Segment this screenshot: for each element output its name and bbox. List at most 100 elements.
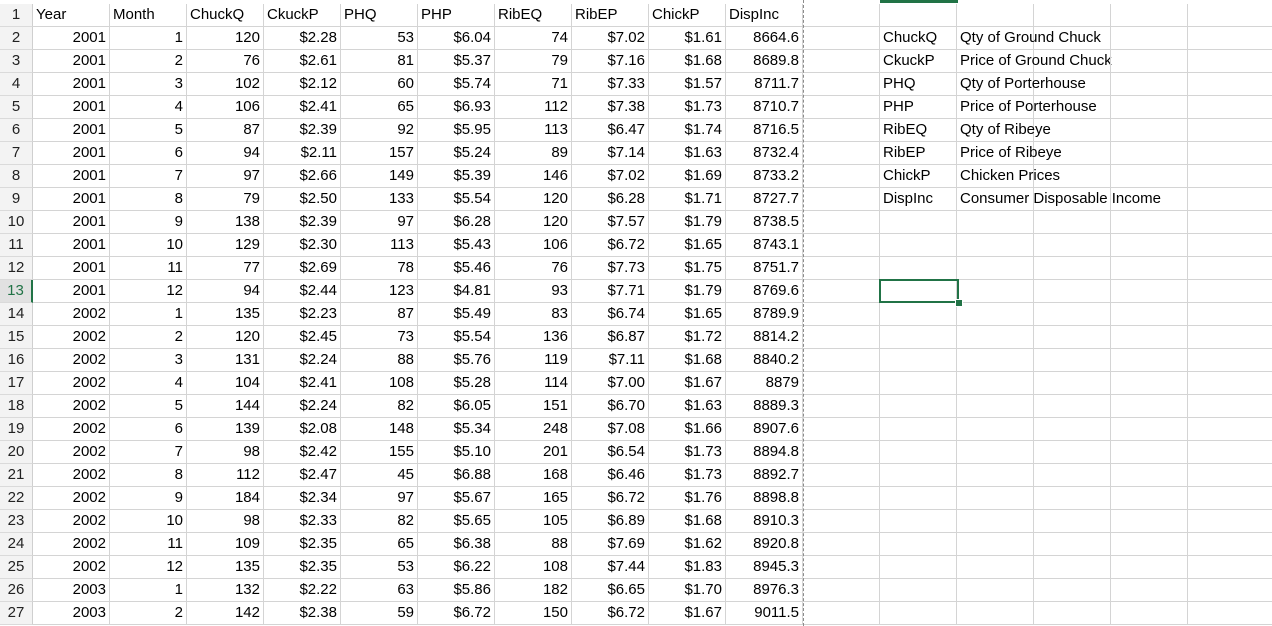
data-cell[interactable]: 8751.7 [726,257,803,280]
data-cell[interactable]: 2001 [33,257,110,280]
grid-cell[interactable] [1188,96,1272,119]
data-cell[interactable]: 8711.7 [726,73,803,96]
data-cell[interactable]: 8 [110,464,187,487]
data-cell[interactable]: $2.38 [264,602,341,625]
data-cell[interactable]: $6.72 [418,602,495,625]
data-cell[interactable]: $2.39 [264,211,341,234]
data-cell[interactable]: 88 [495,533,572,556]
data-cell[interactable]: $6.47 [572,119,649,142]
grid-cell[interactable] [1034,349,1111,372]
data-cell[interactable]: 120 [495,188,572,211]
row-number[interactable]: 3 [0,50,33,73]
grid-cell[interactable] [1188,510,1272,533]
grid-cell[interactable] [1034,50,1111,73]
data-cell[interactable]: 2001 [33,211,110,234]
grid-cell[interactable] [1034,418,1111,441]
data-cell[interactable]: $2.24 [264,395,341,418]
column-header-phq[interactable]: PHQ [341,4,418,27]
data-cell[interactable]: $2.35 [264,556,341,579]
data-cell[interactable]: $2.08 [264,418,341,441]
legend-description[interactable]: Qty of Ribeye [957,119,1051,142]
grid-cell[interactable] [1034,395,1111,418]
data-cell[interactable]: $2.33 [264,510,341,533]
data-cell[interactable]: $2.47 [264,464,341,487]
data-cell[interactable]: 81 [341,50,418,73]
data-cell[interactable]: $7.33 [572,73,649,96]
grid-cell[interactable] [803,533,880,556]
data-cell[interactable]: 4 [110,372,187,395]
data-cell[interactable]: $1.73 [649,464,726,487]
data-cell[interactable]: $1.61 [649,27,726,50]
data-cell[interactable]: $6.87 [572,326,649,349]
grid-cell[interactable] [1188,326,1272,349]
data-cell[interactable]: $2.69 [264,257,341,280]
data-cell[interactable]: 10 [110,234,187,257]
data-cell[interactable]: 2 [110,602,187,625]
grid-cell[interactable] [803,188,880,211]
legend-code[interactable]: ChickP [880,165,957,188]
data-cell[interactable]: 93 [495,280,572,303]
data-cell[interactable]: 79 [495,50,572,73]
data-cell[interactable]: $1.71 [649,188,726,211]
grid-cell[interactable] [1034,579,1111,602]
grid-cell[interactable] [1188,280,1272,303]
row-number[interactable]: 7 [0,142,33,165]
grid-cell[interactable] [1111,280,1188,303]
data-cell[interactable]: $7.71 [572,280,649,303]
data-cell[interactable]: 150 [495,602,572,625]
data-cell[interactable]: 45 [341,464,418,487]
legend-description[interactable]: Qty of Ground Chuck [957,27,1101,50]
data-cell[interactable]: 76 [187,50,264,73]
data-cell[interactable]: $5.76 [418,349,495,372]
data-cell[interactable]: 74 [495,27,572,50]
grid-cell[interactable] [880,510,957,533]
legend-description[interactable]: Consumer Disposable Income [957,188,1161,211]
data-cell[interactable]: 83 [495,303,572,326]
data-cell[interactable]: 132 [187,579,264,602]
data-cell[interactable]: 109 [187,533,264,556]
grid-cell[interactable] [1111,349,1188,372]
row-number[interactable]: 20 [0,441,33,464]
grid-cell[interactable] [803,349,880,372]
data-cell[interactable]: 2001 [33,165,110,188]
data-cell[interactable]: 9 [110,487,187,510]
grid-cell[interactable] [957,510,1034,533]
grid-cell[interactable] [957,349,1034,372]
grid-cell[interactable] [1111,395,1188,418]
grid-cell[interactable] [1034,119,1111,142]
row-number[interactable]: 13 [0,280,33,303]
grid-cell[interactable] [957,4,1034,27]
data-cell[interactable]: 65 [341,533,418,556]
grid-cell[interactable] [957,579,1034,602]
data-cell[interactable]: 2003 [33,602,110,625]
data-cell[interactable]: 123 [341,280,418,303]
grid-cell[interactable] [1034,602,1111,625]
data-cell[interactable]: $2.22 [264,579,341,602]
grid-cell[interactable] [803,579,880,602]
data-cell[interactable]: $6.89 [572,510,649,533]
data-cell[interactable]: 2002 [33,487,110,510]
data-cell[interactable]: 2 [110,326,187,349]
grid-cell[interactable] [1111,303,1188,326]
grid-cell[interactable] [1034,441,1111,464]
grid-cell[interactable] [1111,119,1188,142]
data-cell[interactable]: 2001 [33,119,110,142]
data-cell[interactable]: 2002 [33,441,110,464]
grid-cell[interactable] [1111,533,1188,556]
grid-cell[interactable] [957,211,1034,234]
data-cell[interactable]: 2 [110,50,187,73]
row-number[interactable]: 11 [0,234,33,257]
data-cell[interactable]: 12 [110,280,187,303]
data-cell[interactable]: $5.37 [418,50,495,73]
grid-cell[interactable] [1188,188,1272,211]
data-cell[interactable]: 9011.5 [726,602,803,625]
data-cell[interactable]: 120 [187,27,264,50]
grid-cell[interactable] [803,96,880,119]
grid-cell[interactable] [1188,211,1272,234]
data-cell[interactable]: 98 [187,441,264,464]
data-cell[interactable]: $1.79 [649,211,726,234]
data-cell[interactable]: 131 [187,349,264,372]
data-cell[interactable]: $6.54 [572,441,649,464]
data-cell[interactable]: 76 [495,257,572,280]
grid-cell[interactable] [1034,234,1111,257]
